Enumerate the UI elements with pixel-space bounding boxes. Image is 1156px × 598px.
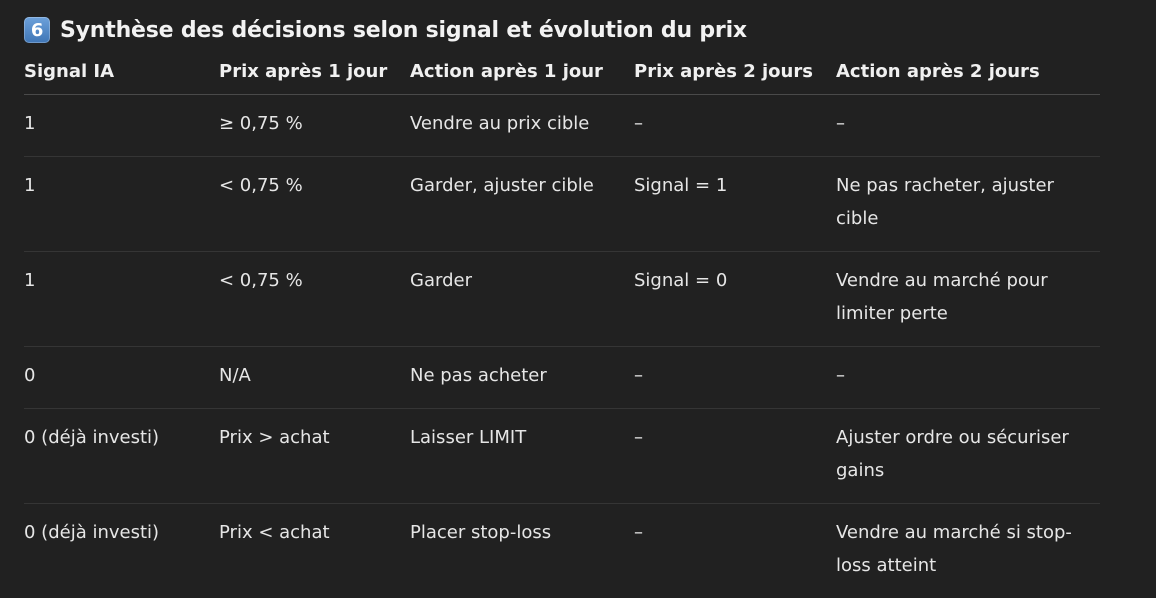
table-cell: – [634,347,836,409]
table-cell: Ajuster ordre ou sécuriser gains [836,409,1100,504]
column-header-prix-2-jours: Prix après 2 jours [634,55,836,95]
section-title: Synthèse des décisions selon signal et é… [60,18,747,43]
column-header-action-1-jour: Action après 1 jour [410,55,634,95]
table-cell: ≥ 0,75 % [219,95,410,157]
table-cell: – [634,504,836,598]
section-heading: 6 Synthèse des décisions selon signal et… [24,13,1156,47]
table-cell: 1 [24,95,219,157]
table-cell: Prix < achat [219,504,410,598]
table-row: 0 N/A Ne pas acheter – – [24,347,1100,409]
table-cell: Garder, ajuster cible [410,157,634,252]
table-row: 1 < 0,75 % Garder Signal = 0 Vendre au m… [24,252,1100,347]
table-cell: 0 [24,347,219,409]
table-cell: Laisser LIMIT [410,409,634,504]
table-cell: Garder [410,252,634,347]
table-cell: < 0,75 % [219,157,410,252]
table-cell: 0 (déjà investi) [24,409,219,504]
number-six-badge-icon: 6 [24,17,50,43]
table-cell: 0 (déjà investi) [24,504,219,598]
table-cell: – [836,95,1100,157]
content-area: 6 Synthèse des décisions selon signal et… [0,0,1156,598]
table-cell: Vendre au prix cible [410,95,634,157]
table-cell: Ne pas acheter [410,347,634,409]
table-row: 0 (déjà investi) Prix < achat Placer sto… [24,504,1100,598]
table-row: 1 < 0,75 % Garder, ajuster cible Signal … [24,157,1100,252]
column-header-signal-ia: Signal IA [24,55,219,95]
table-row: 0 (déjà investi) Prix > achat Laisser LI… [24,409,1100,504]
column-header-prix-1-jour: Prix après 1 jour [219,55,410,95]
table-header-row: Signal IA Prix après 1 jour Action après… [24,55,1100,95]
table-cell: Signal = 0 [634,252,836,347]
table-cell: Signal = 1 [634,157,836,252]
decision-table: Signal IA Prix après 1 jour Action après… [24,55,1100,598]
table-cell: – [634,95,836,157]
table-cell: N/A [219,347,410,409]
column-header-action-2-jours: Action après 2 jours [836,55,1100,95]
table-cell: 1 [24,252,219,347]
table-cell: – [836,347,1100,409]
table-cell: – [634,409,836,504]
table-cell: Vendre au marché pour limiter perte [836,252,1100,347]
table-cell: < 0,75 % [219,252,410,347]
table-cell: Placer stop-loss [410,504,634,598]
table-row: 1 ≥ 0,75 % Vendre au prix cible – – [24,95,1100,157]
table-cell: Prix > achat [219,409,410,504]
table-cell: Ne pas racheter, ajuster cible [836,157,1100,252]
table-cell: 1 [24,157,219,252]
table-cell: Vendre au marché si stop-loss atteint [836,504,1100,598]
